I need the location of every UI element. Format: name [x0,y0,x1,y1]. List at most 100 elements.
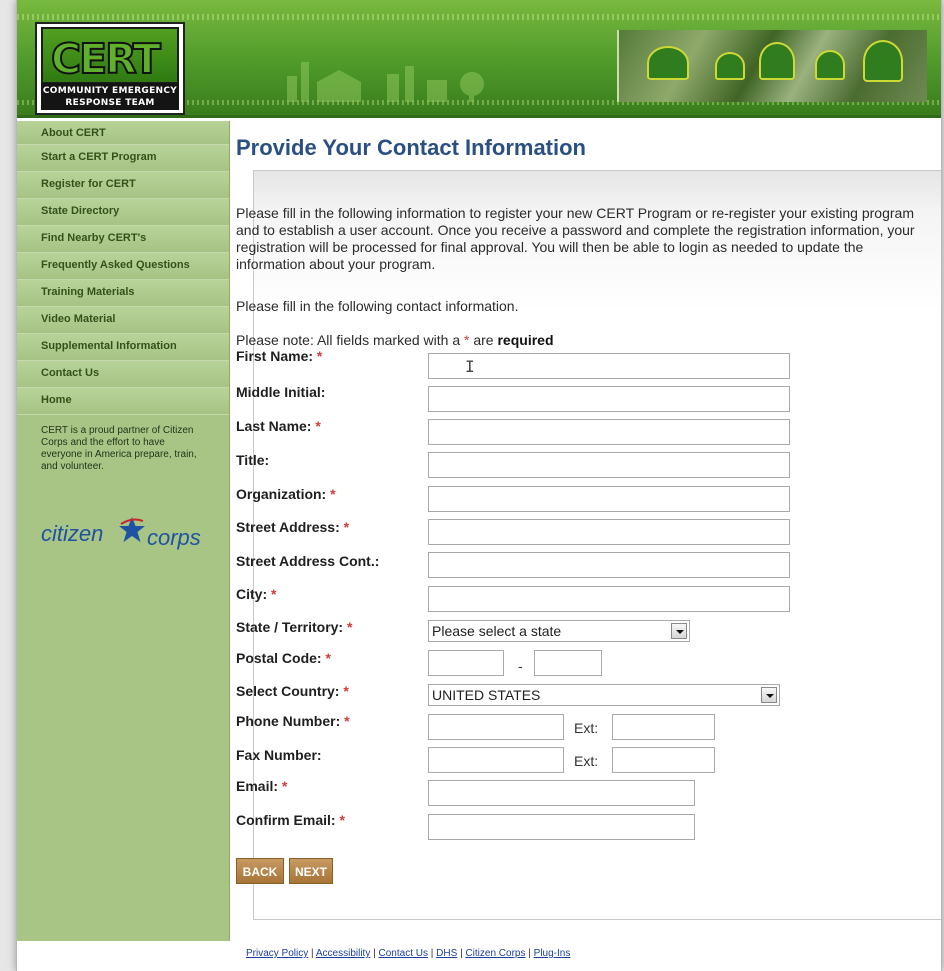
country-select-value: UNITED STATES [432,687,541,703]
chevron-down-icon[interactable] [761,687,777,703]
cert-logo-art: CERT [41,27,179,84]
back-button[interactable]: BACK [236,858,284,884]
cert-logo[interactable]: CERT COMMUNITY EMERGENCY RESPONSE TEAM [35,22,185,115]
skyline-graphic [287,62,484,102]
footer-separator: | [373,948,376,959]
middle-initial-input[interactable] [428,386,790,412]
note-star: * [464,332,470,348]
text-cursor-icon: I [465,357,475,376]
fax-ext-label: Ext: [574,753,599,769]
cert-logo-word: CERT [50,34,162,84]
required-star: * [343,519,350,535]
cert-logo-subtitle: COMMUNITY EMERGENCY RESPONSE TEAM [41,83,179,110]
phone-ext-label: Ext: [574,720,599,736]
header-stripe [17,14,941,20]
footer-separator: | [430,948,434,959]
sidebar-item-about-cert[interactable]: About CERT [17,121,229,145]
sidebar-item-faq[interactable]: Frequently Asked Questions [17,253,229,280]
sidebar-nav: About CERT Start a CERT Program Register… [17,121,229,415]
first-name-text: First Name: [236,348,314,364]
required-star: * [347,619,353,635]
required-star: * [330,486,336,502]
city-text: City: [236,586,268,602]
first-name-label: First Name: * [236,348,322,365]
fax-label: Fax Number: [236,747,322,763]
phone-input[interactable] [428,714,564,740]
city-input[interactable] [428,586,790,612]
logo-sub-line2: RESPONSE TEAM [65,98,155,108]
street-address-input[interactable] [428,519,790,545]
city-label: City: * [236,586,276,603]
state-select[interactable]: Please select a state [428,620,690,642]
required-star: * [339,812,345,828]
phone-ext-input[interactable] [612,714,715,740]
required-note: Please note: All fields marked with a * … [236,332,554,349]
street-address-cont-input[interactable] [428,552,790,578]
title-input[interactable] [428,452,790,478]
sidebar-item-contact[interactable]: Contact Us [17,361,229,388]
logo-sub-line1: COMMUNITY EMERGENCY [42,86,178,96]
phone-text: Phone Number: [236,713,341,729]
footer-link-plugins[interactable]: Plug-Ins [534,948,571,959]
chevron-down-icon[interactable] [671,623,687,639]
footer-link-citizen-corps[interactable]: Citizen Corps [465,948,525,959]
citizen-corps-logo[interactable]: citizen corps [41,513,221,553]
sidebar-item-start-program[interactable]: Start a CERT Program [17,145,229,172]
footer-separator: | [460,948,463,959]
intro-paragraph: Please fill in the following information… [236,205,915,272]
street-address-label: Street Address: * [236,519,349,536]
organization-text: Organization: [236,486,327,502]
footer-separator: | [528,948,531,959]
confirm-email-label: Confirm Email: * [236,812,345,829]
sidebar-item-video[interactable]: Video Material [17,307,229,334]
next-button[interactable]: NEXT [289,858,333,884]
footer-link-accessibility[interactable]: Accessibility [316,948,370,959]
required-star: * [325,650,331,666]
email-input[interactable] [428,780,695,806]
footer-separator: | [311,948,314,959]
country-text: Select Country: [236,683,340,699]
required-star: * [315,418,321,434]
postal-code-input[interactable] [428,650,504,676]
citizen-corps-logo-left: citizen [41,521,104,546]
sidebar-item-state-directory[interactable]: State Directory [17,199,229,226]
email-text: Email: [236,778,279,794]
organization-label: Organization: * [236,486,336,503]
state-select-value: Please select a state [432,623,562,639]
postal-code-dash: - [518,658,523,674]
confirm-email-text: Confirm Email: [236,812,336,828]
country-label: Select Country: * [236,683,349,700]
fax-input[interactable] [428,747,564,773]
fax-ext-input[interactable] [612,747,715,773]
intro-secondary: Please fill in the following contact inf… [236,298,519,314]
footer-link-privacy[interactable]: Privacy Policy [246,948,308,959]
form-panel [253,170,941,920]
required-star: * [344,713,350,729]
state-text: State / Territory: [236,619,344,635]
footer-links: Privacy Policy | Accessibility | Contact… [246,948,570,960]
sidebar-item-register[interactable]: Register for CERT [17,172,229,199]
postal-code-label: Postal Code: * [236,650,331,667]
street-address-text: Street Address: [236,519,340,535]
last-name-input[interactable] [428,419,790,445]
organization-input[interactable] [428,486,790,512]
postal-code-text: Postal Code: [236,650,322,666]
postal-code-ext-input[interactable] [534,650,602,676]
note-mid: are [473,332,494,348]
sidebar-item-supplemental[interactable]: Supplemental Information [17,334,229,361]
footer-link-dhs[interactable]: DHS [436,948,457,959]
first-name-input[interactable] [428,353,790,379]
required-star: * [316,348,323,364]
required-star: * [271,586,277,602]
citizen-corps-logo-right: corps [147,525,201,550]
star-icon [119,517,145,542]
sidebar-item-training[interactable]: Training Materials [17,280,229,307]
note-required-word: required [497,332,554,348]
sidebar-item-find-nearby[interactable]: Find Nearby CERT's [17,226,229,253]
sidebar-item-home[interactable]: Home [17,388,229,415]
partner-text: CERT is a proud partner of Citizen Corps… [41,425,197,472]
confirm-email-input[interactable] [428,814,695,840]
country-select[interactable]: UNITED STATES [428,684,780,706]
responders-photo [617,30,927,102]
footer-link-contact[interactable]: Contact Us [379,948,428,959]
